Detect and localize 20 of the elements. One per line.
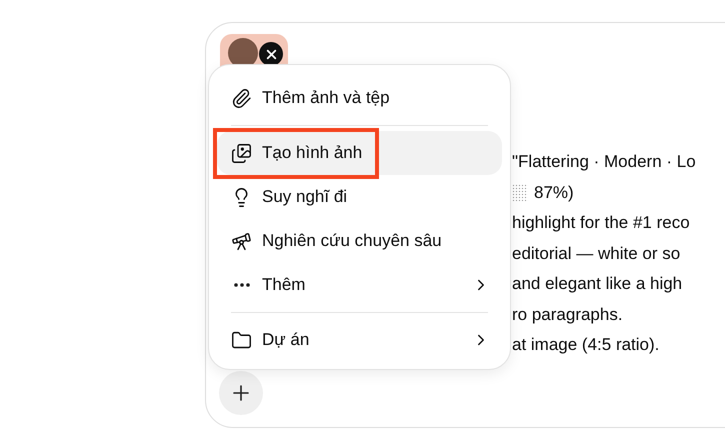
dotted-pattern-icon xyxy=(512,184,528,202)
remove-attachment-button[interactable] xyxy=(259,42,283,66)
menu-item[interactable]: Thêm xyxy=(217,263,502,307)
ellipsis-icon xyxy=(234,283,250,287)
message-text: at image (4:5 ratio). xyxy=(512,334,660,356)
message-text: 87%) xyxy=(534,182,574,204)
menu-item[interactable]: Dự án xyxy=(217,318,502,362)
message-text: highlight for the #1 reco xyxy=(512,212,690,234)
message-text: ro paragraphs. xyxy=(512,304,623,326)
menu-item[interactable]: Nghiên cứu chuyên sâu xyxy=(217,219,502,263)
menu-item[interactable]: Suy nghĩ đi xyxy=(217,175,502,219)
add-button[interactable] xyxy=(219,371,263,415)
menu-item[interactable]: Thêm ảnh và tệp xyxy=(217,76,502,120)
folder-icon xyxy=(231,330,252,350)
message-text: editorial — white or so xyxy=(512,242,680,264)
images-icon xyxy=(231,142,252,164)
telescope-icon xyxy=(231,230,252,252)
paperclip-icon xyxy=(231,88,252,108)
message-text: "Flattering · Modern · Lo xyxy=(512,151,696,173)
message-text: and elegant like a high xyxy=(512,273,682,295)
